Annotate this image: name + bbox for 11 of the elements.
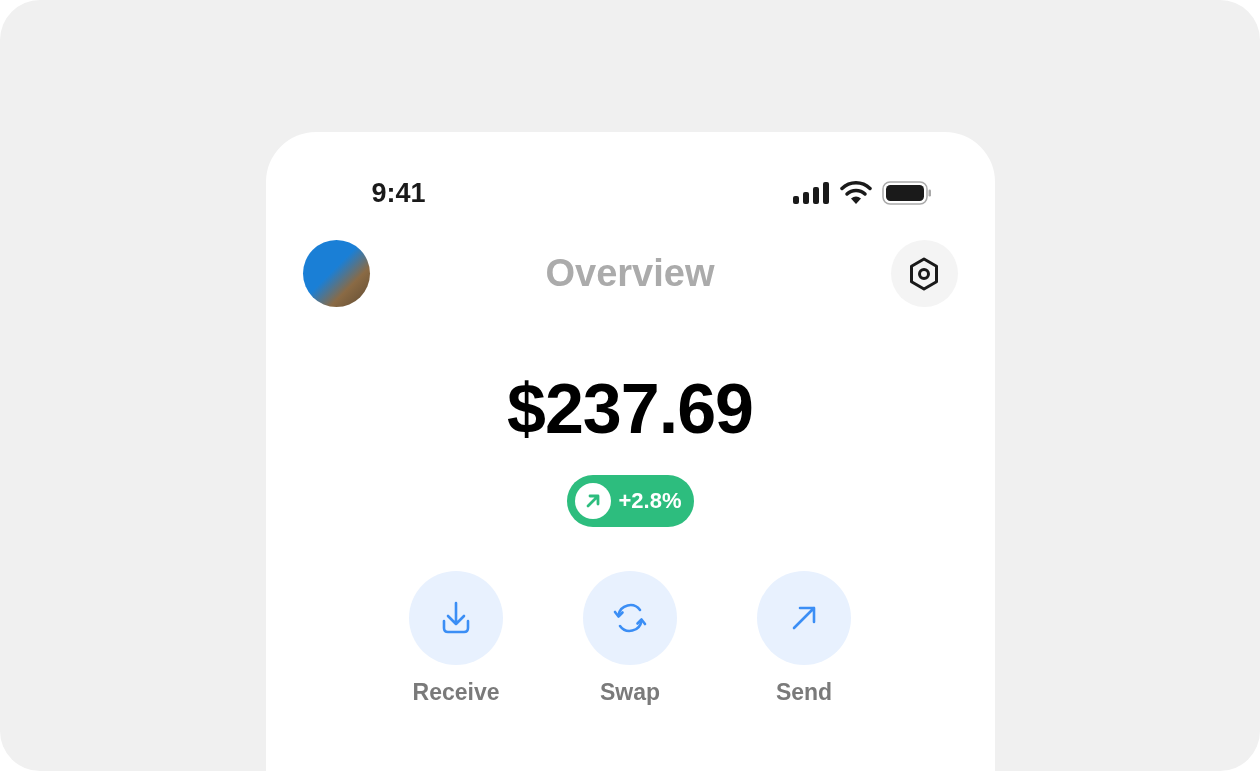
- settings-icon: [907, 255, 941, 292]
- battery-icon: [881, 181, 932, 205]
- balance-amount: $237.69: [506, 369, 753, 449]
- status-time: 9:41: [371, 177, 426, 209]
- action-label: Swap: [599, 679, 661, 706]
- action-label: Send: [775, 679, 833, 706]
- action-label: Receive: [412, 679, 500, 706]
- change-percent: +2.8%: [618, 488, 682, 514]
- signal-icon: [792, 182, 830, 204]
- page-title: Overview: [545, 252, 715, 295]
- wifi-icon: [839, 181, 872, 205]
